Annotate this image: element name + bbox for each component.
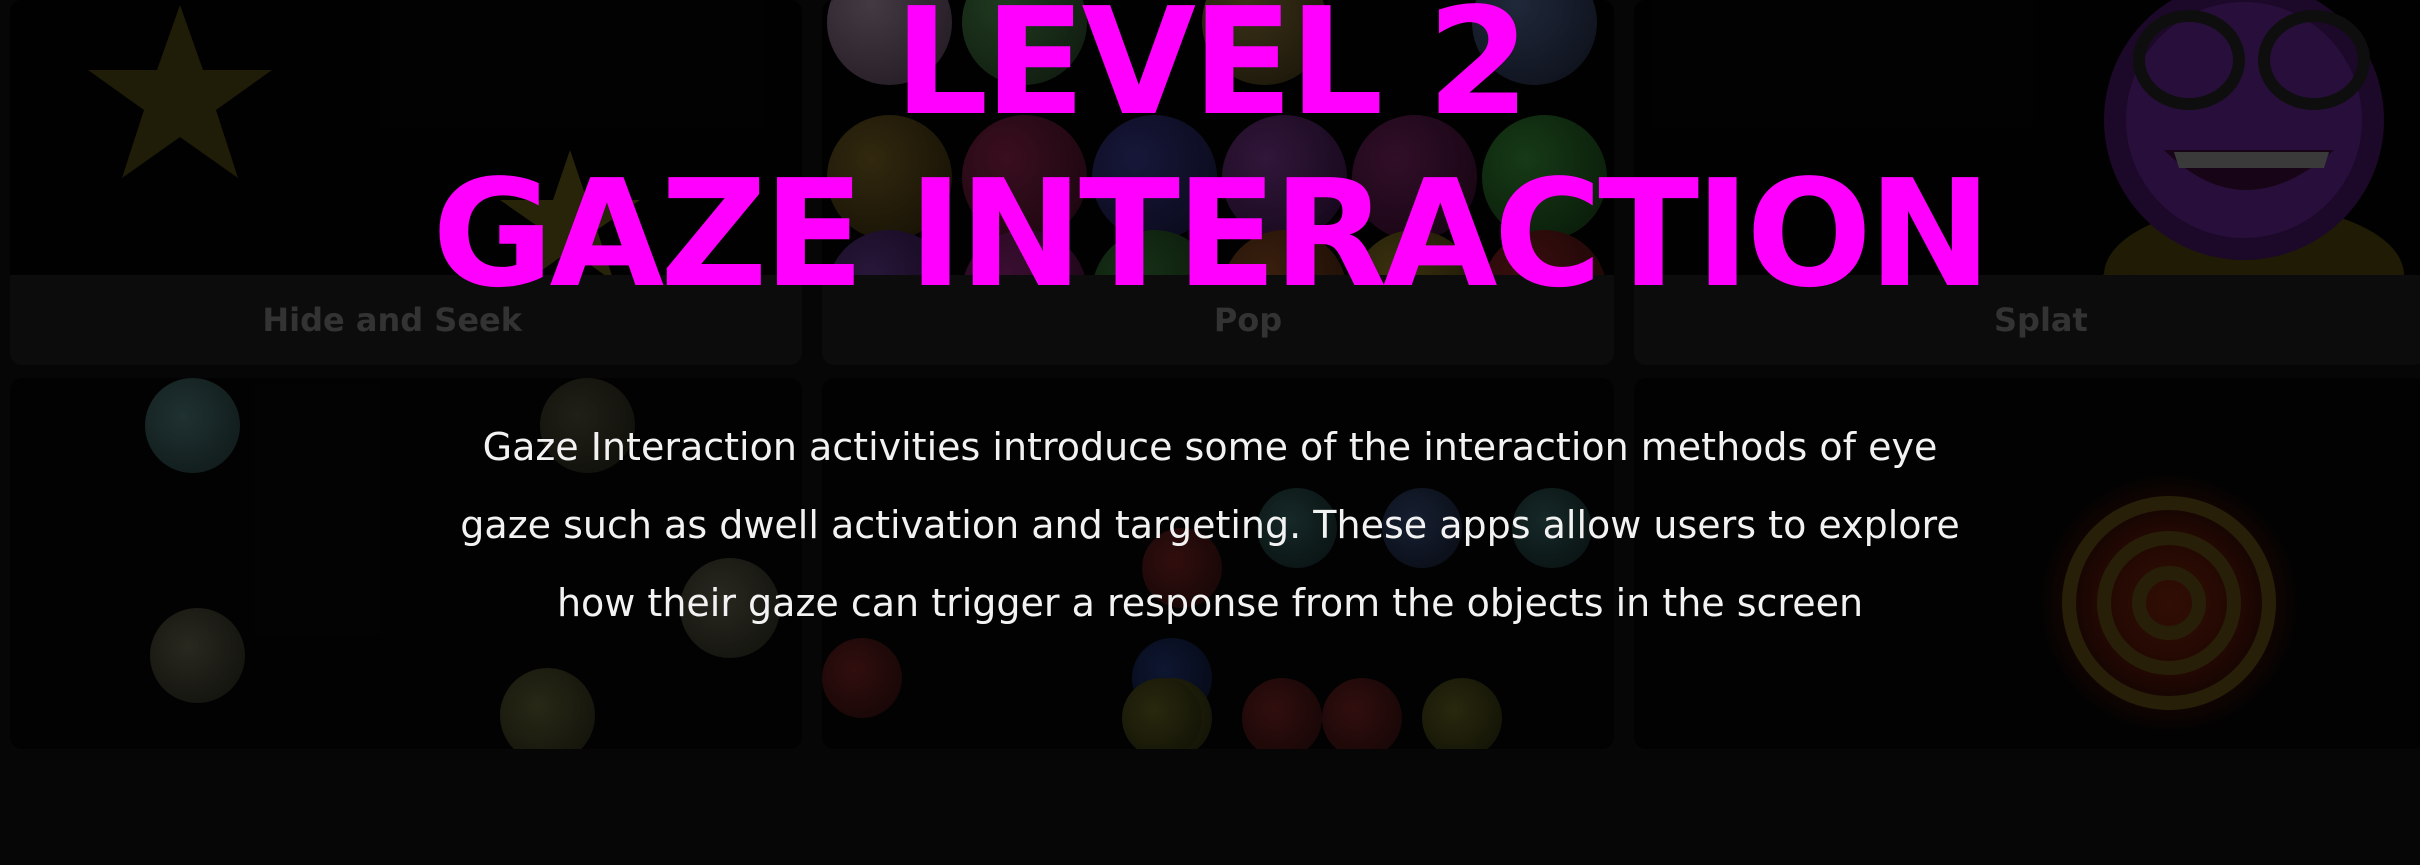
section-title: GAZE INTERACTION bbox=[432, 148, 1992, 320]
level-title: LEVEL 2 bbox=[894, 0, 1530, 148]
section-description: Gaze Interaction activities introduce so… bbox=[460, 425, 1960, 625]
